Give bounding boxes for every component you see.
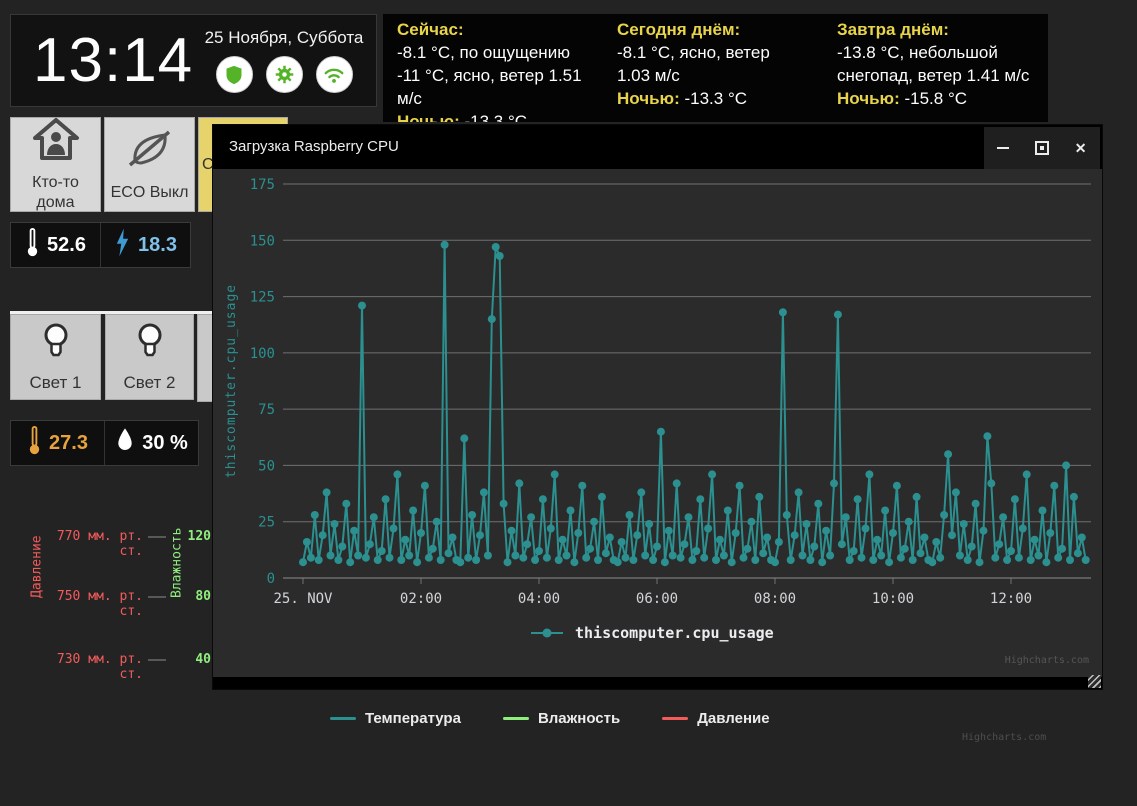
weather-tomorrow-title: Завтра днём:: [837, 18, 1048, 41]
presence-label: Кто-то дома: [11, 173, 100, 213]
legend-line-humidity: [503, 717, 529, 720]
svg-text:10:00: 10:00: [872, 591, 914, 607]
svg-text:12:00: 12:00: [990, 591, 1032, 607]
svg-text:175: 175: [250, 177, 275, 193]
weather-tomorrow-line: снегопад, ветер 1.41 м/с: [837, 64, 1048, 87]
window-bottom-border: [213, 677, 1102, 689]
eco-label: ECO Выкл: [111, 183, 189, 203]
light-1-button[interactable]: Свет 1: [10, 314, 101, 400]
window-title: Загрузка Raspberry CPU: [229, 125, 399, 169]
room-humidity-reading: 30 %: [104, 421, 198, 465]
light-2-button[interactable]: Свет 2: [105, 314, 194, 400]
window-titlebar[interactable]: Загрузка Raspberry CPU: [213, 125, 1102, 169]
room-temperature-reading: 27.3: [11, 421, 104, 465]
svg-text:125: 125: [250, 290, 275, 306]
light-2-label: Свет 2: [124, 373, 176, 393]
presence-button[interactable]: Кто-то дома: [10, 117, 101, 212]
weather-now-line: -11 °C, ясно, ветер 1.51: [397, 64, 609, 87]
eco-button[interactable]: ECO Выкл: [104, 117, 195, 212]
pressure-tick-750: 750 мм. рт. ст.: [33, 589, 143, 619]
weather-today-line: -8.1 °C, ясно, ветер: [617, 41, 829, 64]
lightning-icon: [114, 228, 131, 263]
pressure-tick-730: 730 мм. рт. ст.: [33, 652, 143, 682]
cpu-usage-chart: 0 25 50 75 100 125 150 175 25. NOV 02:00 04:00 06:0…: [213, 169, 1102, 679]
legend-line-temperature: [330, 717, 356, 720]
pressure-tick-770: 770 мм. рт. ст.: [33, 529, 143, 559]
maximize-icon: [1035, 141, 1049, 155]
weather-today-title: Сегодня днём:: [617, 18, 829, 41]
window-controls: ✕: [984, 127, 1100, 169]
legend-item-humidity[interactable]: Влажность: [503, 710, 620, 727]
weather-now-night: Ночью: -13.3 °C: [397, 110, 609, 122]
weather-panel: Сейчас: -8.1 °C, по ощущению -11 °C, ясн…: [383, 14, 1048, 122]
svg-text:08:00: 08:00: [754, 591, 796, 607]
svg-text:25: 25: [258, 515, 275, 531]
humidity-tick-40: 40: [185, 652, 211, 667]
cpu-usage-window: Загрузка Raspberry CPU ✕ 0 25 50 75 100 125 15…: [212, 124, 1103, 690]
dashboard: 13:14 25 Ноября, Суббота: [0, 0, 1137, 806]
background-chart-legend: Температура Влажность Давление: [330, 710, 770, 727]
light-1-label: Свет 1: [30, 373, 82, 393]
gear-icon[interactable]: [266, 56, 303, 93]
highcharts-watermark: Highcharts.com: [962, 732, 1046, 743]
clock-time: 13:14: [11, 15, 200, 106]
weather-now-line: м/с: [397, 87, 609, 110]
svg-text:thiscomputer.cpu_usage: thiscomputer.cpu_usage: [575, 624, 774, 642]
eco-off-icon: [125, 127, 175, 177]
svg-text:50: 50: [258, 458, 275, 474]
weather-now: Сейчас: -8.1 °C, по ощущению -11 °C, ясн…: [397, 18, 609, 122]
svg-text:100: 100: [250, 346, 275, 362]
weather-today-line: 1.03 м/с: [617, 64, 829, 87]
shield-icon[interactable]: [216, 56, 253, 93]
legend-line-pressure: [662, 717, 688, 720]
weather-now-title: Сейчас:: [397, 18, 609, 41]
close-button[interactable]: ✕: [1066, 133, 1096, 163]
thermometer-icon: [25, 227, 40, 263]
power-reading: 18.3: [100, 223, 190, 267]
minimize-button[interactable]: [988, 133, 1018, 163]
bulb-icon: [135, 322, 165, 367]
thermometer-icon: [27, 425, 42, 461]
pressure-tick-mark: [148, 659, 166, 661]
humidity-tick-120: 120: [185, 529, 211, 544]
clock-date: 25 Ноября, Суббота: [200, 28, 368, 48]
weather-tomorrow-line: -13.8 °C, небольшой: [837, 41, 1048, 64]
minimize-icon: [997, 147, 1009, 149]
pressure-tick-mark: [148, 596, 166, 598]
svg-text:0: 0: [267, 571, 275, 587]
weather-today-night: Ночью: -13.3 °C: [617, 87, 829, 110]
maximize-button[interactable]: [1027, 133, 1057, 163]
humidity-tick-80: 80: [185, 589, 211, 604]
weather-tomorrow: Завтра днём: -13.8 °C, небольшой снегопа…: [837, 18, 1048, 110]
wifi-icon[interactable]: [316, 56, 353, 93]
bulb-icon: [41, 322, 71, 367]
house-person-icon: [32, 117, 80, 167]
temperature-reading: 52.6: [11, 223, 100, 267]
clock-panel: 13:14 25 Ноября, Суббота: [10, 14, 377, 107]
svg-text:Highcharts.com: Highcharts.com: [1005, 655, 1089, 666]
close-icon: ✕: [1075, 141, 1087, 155]
svg-text:thiscomputer.cpu_usage: thiscomputer.cpu_usage: [224, 284, 239, 478]
svg-text:06:00: 06:00: [636, 591, 678, 607]
legend-item-pressure[interactable]: Давление: [662, 710, 769, 727]
legend-item-temperature[interactable]: Температура: [330, 710, 461, 727]
resize-handle[interactable]: [1088, 675, 1101, 688]
sensor-panel-room: 27.3 30 %: [10, 420, 199, 466]
svg-text:04:00: 04:00: [518, 591, 560, 607]
svg-text:25. NOV: 25. NOV: [273, 591, 333, 607]
weather-tomorrow-night: Ночью: -15.8 °C: [837, 87, 1048, 110]
svg-text:150: 150: [250, 233, 275, 249]
svg-text:02:00: 02:00: [400, 591, 442, 607]
weather-now-line: -8.1 °C, по ощущению: [397, 41, 609, 64]
sensor-panel-top: 52.6 18.3: [10, 222, 191, 268]
weather-today: Сегодня днём: -8.1 °C, ясно, ветер 1.03 …: [617, 18, 829, 110]
droplet-icon: [115, 427, 135, 459]
svg-text:75: 75: [258, 402, 275, 418]
pressure-tick-mark: [148, 536, 166, 538]
